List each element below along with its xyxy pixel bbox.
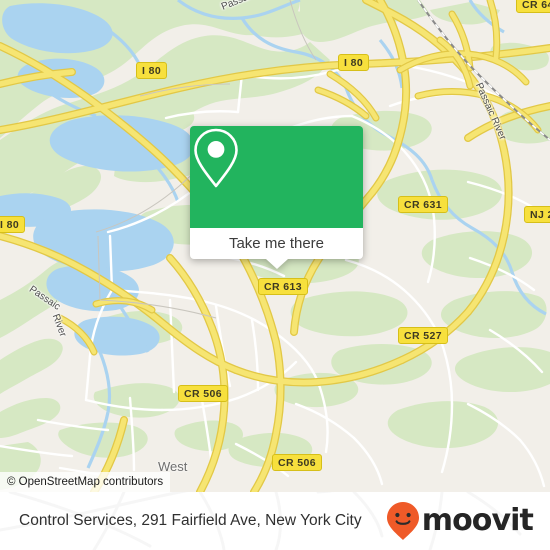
osm-attribution[interactable]: © OpenStreetMap contributors [0, 472, 171, 492]
road-shield: CR 631 [398, 196, 449, 213]
road-shield: CR 506 [178, 385, 229, 402]
road-shield: CR 506 [272, 454, 323, 471]
moovit-pin-icon [386, 502, 419, 540]
osm-attribution-text: © OpenStreetMap contributors [7, 476, 164, 488]
moovit-map-screenshot: I 80 I 80 CR 64 I 80 CR 631 NJ 23 CR 613… [0, 0, 550, 550]
popup-tail [265, 259, 288, 269]
map-canvas[interactable]: I 80 I 80 CR 64 I 80 CR 631 NJ 23 CR 613… [0, 0, 550, 492]
road-shield: I 80 [136, 62, 168, 79]
road-shield: CR 64 [516, 0, 550, 13]
take-me-there-button[interactable]: Take me there [229, 235, 324, 252]
road-shield: NJ 23 [524, 206, 550, 223]
road-shield: CR 613 [258, 278, 309, 295]
map-pin-icon [194, 128, 238, 188]
location-title: Control Services, 291 Fairfield Ave, New… [19, 512, 362, 529]
road-shield: I 80 [338, 54, 370, 71]
moovit-logo[interactable]: moovit [386, 501, 534, 541]
popup-header [190, 126, 363, 228]
popup-footer[interactable]: Take me there [190, 228, 363, 269]
footer-bar: Control Services, 291 Fairfield Ave, New… [0, 492, 550, 550]
location-popup-card[interactable]: Take me there [190, 126, 363, 269]
road-shield: I 80 [0, 216, 26, 233]
road-shield: CR 527 [398, 327, 449, 344]
moovit-wordmark: moovit [421, 503, 534, 538]
